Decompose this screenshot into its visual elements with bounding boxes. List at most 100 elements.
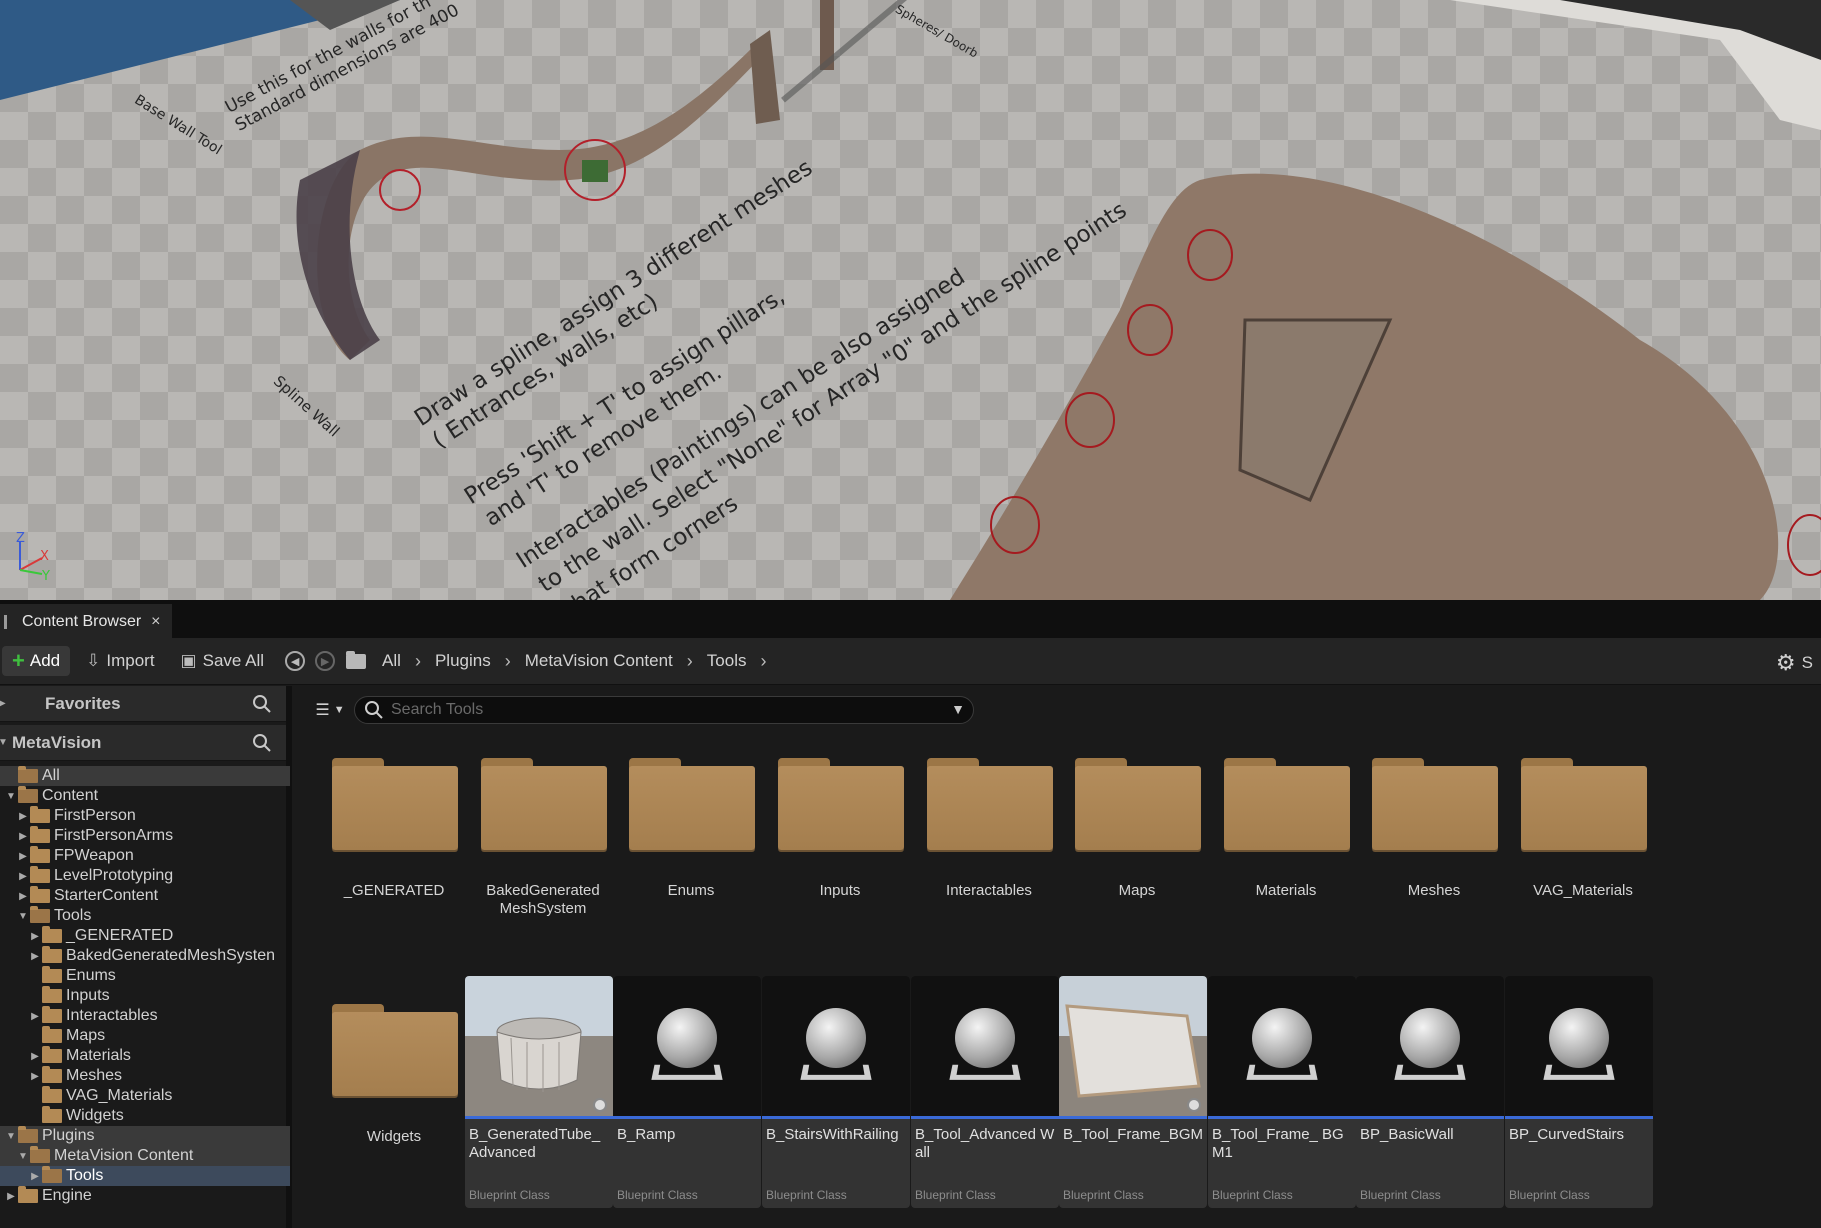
tree-item[interactable]: ▶ LevelPrototyping	[0, 866, 290, 886]
tree-item[interactable]: ▶ Interactables	[0, 1006, 290, 1026]
tree-item[interactable]: ▶ Meshes	[0, 1066, 290, 1086]
asset-tile[interactable]: B_Tool_Frame_BGM Blueprint Class	[1059, 976, 1207, 1208]
collapsed-arrow-icon[interactable]: ▶	[28, 1011, 42, 1022]
folder-tile[interactable]: Materials	[1212, 746, 1360, 926]
add-button[interactable]: + Add	[2, 646, 71, 676]
collapsed-arrow-icon[interactable]: ▶	[28, 951, 42, 962]
asset-type-strip	[465, 1116, 613, 1119]
tab-content-browser[interactable]: Content Browser ×	[0, 604, 172, 638]
import-button[interactable]: ⇩ Import	[76, 646, 164, 676]
folder-label: _GENERATED	[343, 882, 445, 899]
tree-item-label: Engine	[42, 1187, 92, 1204]
project-header[interactable]: ▼ MetaVision	[0, 725, 286, 761]
asset-type-strip	[1208, 1116, 1356, 1119]
breadcrumb-plugins[interactable]: Plugins	[425, 651, 501, 671]
folder-tile[interactable]: BakedGenerated MeshSystem	[469, 746, 617, 926]
close-icon[interactable]: ×	[151, 613, 160, 631]
tree-item[interactable]: ▶ FPWeapon	[0, 846, 290, 866]
folder-icon	[42, 1086, 62, 1103]
asset-thumbnail	[1059, 976, 1207, 1116]
chevron-right-icon[interactable]: ›	[411, 651, 425, 672]
asset-type: Blueprint Class	[1063, 1188, 1144, 1202]
asset-tile[interactable]: B_Ramp Blueprint Class	[613, 976, 761, 1208]
import-icon: ⇩	[86, 651, 101, 670]
expanded-arrow-icon[interactable]: ▼	[16, 1151, 30, 1162]
search-input[interactable]	[391, 701, 931, 719]
level-viewport[interactable]: Use this for the walls for th Standard d…	[0, 0, 1821, 600]
chevron-right-icon[interactable]: ›	[756, 651, 770, 672]
folder-tile[interactable]: Meshes	[1360, 746, 1508, 926]
tree-item[interactable]: VAG_Materials	[0, 1086, 290, 1106]
tree-item[interactable]: All	[0, 766, 290, 786]
folder-tile[interactable]: _GENERATED	[320, 746, 468, 926]
blueprint-thumbnail	[1208, 976, 1356, 1116]
tree-item[interactable]: ▼ Plugins	[0, 1126, 290, 1146]
collapsed-arrow-icon[interactable]: ▶	[16, 811, 30, 822]
gear-icon: ⚙	[1775, 650, 1796, 675]
asset-tile[interactable]: B_Tool_Frame_ BGM1 Blueprint Class	[1208, 976, 1356, 1208]
asset-tile[interactable]: B_StairsWithRailing Blueprint Class	[762, 976, 910, 1208]
folder-icon[interactable]	[346, 650, 367, 669]
asset-tile[interactable]: BP_BasicWall Blueprint Class	[1356, 976, 1504, 1208]
save-all-button[interactable]: ▣ Save All	[171, 646, 275, 676]
chevron-right-icon[interactable]: ›	[683, 651, 697, 672]
forward-icon[interactable]: ▶	[315, 651, 336, 671]
tree-item[interactable]: Widgets	[0, 1106, 290, 1126]
folder-label: Enums	[667, 882, 715, 899]
tree-item-label: FPWeapon	[54, 847, 134, 864]
tree-item[interactable]: Enums	[0, 966, 290, 986]
chevron-down-icon: ▼	[333, 704, 345, 716]
asset-tile[interactable]: BP_CurvedStairs Blueprint Class	[1505, 976, 1653, 1208]
tree-item[interactable]: ▶ Tools	[0, 1166, 290, 1186]
expanded-arrow-icon[interactable]: ▼	[16, 911, 30, 922]
collapsed-arrow-icon[interactable]: ▶	[16, 871, 30, 882]
collapsed-arrow-icon[interactable]: ▶	[28, 1051, 42, 1062]
collapsed-arrow-icon[interactable]: ▶	[28, 1171, 42, 1182]
tree-item[interactable]: ▶ BakedGeneratedMeshSysten	[0, 946, 290, 966]
tree-item[interactable]: ▶ Materials	[0, 1046, 290, 1066]
tree-item[interactable]: ▶ StarterContent	[0, 886, 290, 906]
asset-tile[interactable]: B_Tool_Advanced Wall Blueprint Class	[911, 976, 1059, 1208]
search-box[interactable]: ▼	[354, 696, 974, 724]
folder-tile[interactable]: Widgets	[320, 992, 468, 1172]
tree-item[interactable]: Maps	[0, 1026, 290, 1046]
expanded-arrow-icon[interactable]: ▼	[4, 791, 18, 802]
tree-item[interactable]: ▶ FirstPersonArms	[0, 826, 290, 846]
tree-item[interactable]: ▼ Content	[0, 786, 290, 806]
collapsed-arrow-icon[interactable]: ▶	[16, 851, 30, 862]
asset-thumbnail	[465, 976, 613, 1116]
folder-tile[interactable]: VAG_Materials	[1509, 746, 1657, 926]
tree-item[interactable]: Inputs	[0, 986, 290, 1006]
breadcrumb-all[interactable]: All	[372, 651, 411, 671]
collapsed-arrow-icon[interactable]: ▶	[28, 931, 42, 942]
tree-item[interactable]: ▼ MetaVision Content	[0, 1146, 290, 1166]
search-icon[interactable]	[252, 733, 272, 753]
tree-item[interactable]: ▶ _GENERATED	[0, 926, 290, 946]
collapsed-arrow-icon[interactable]: ▶	[28, 1071, 42, 1082]
folder-tile[interactable]: Enums	[617, 746, 765, 926]
folder-tile[interactable]: Interactables	[915, 746, 1063, 926]
folder-tile[interactable]: Maps	[1063, 746, 1211, 926]
axis-y-label: Y	[41, 569, 50, 580]
settings-button[interactable]: ⚙ S	[1776, 650, 1813, 676]
collapsed-arrow-icon[interactable]: ▶	[4, 1191, 18, 1202]
tree-item[interactable]: ▼ Tools	[0, 906, 290, 926]
folder-icon	[42, 1066, 62, 1083]
folder-icon	[30, 866, 50, 883]
tree-item[interactable]: ▶ Engine	[0, 1186, 290, 1206]
collapsed-arrow-icon[interactable]: ▶	[16, 831, 30, 842]
asset-tile[interactable]: B_GeneratedTube_ Advanced Blueprint Class	[465, 976, 613, 1208]
breadcrumb-metavision-content[interactable]: MetaVision Content	[515, 651, 683, 671]
chevron-down-icon[interactable]: ▼	[951, 701, 965, 717]
favorites-header[interactable]: ▶ Favorites	[0, 686, 286, 722]
breadcrumb-tools[interactable]: Tools	[697, 651, 757, 671]
expanded-arrow-icon[interactable]: ▼	[4, 1131, 18, 1142]
filter-button[interactable]: ☰ ▼	[310, 697, 350, 723]
chevron-right-icon[interactable]: ›	[501, 651, 515, 672]
tree-item[interactable]: ▶ FirstPerson	[0, 806, 290, 826]
collapsed-arrow-icon[interactable]: ▶	[16, 891, 30, 902]
search-icon[interactable]	[252, 694, 272, 714]
back-icon[interactable]: ◀	[285, 651, 306, 671]
spline-point[interactable]	[582, 160, 608, 182]
folder-tile[interactable]: Inputs	[766, 746, 914, 926]
